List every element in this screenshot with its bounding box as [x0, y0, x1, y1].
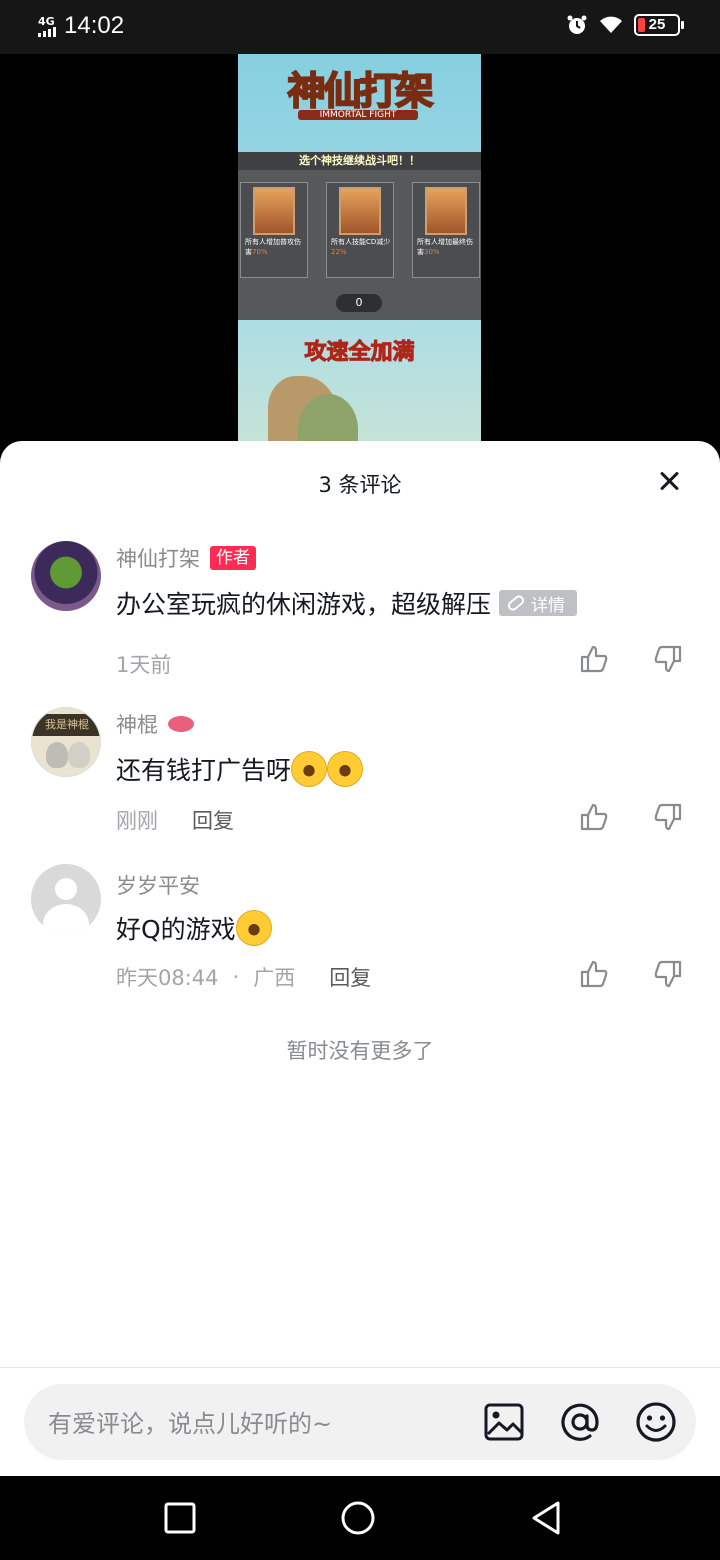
skill-card: 所有人增加普攻伤害70%	[240, 182, 308, 278]
signal-icon: 4G	[38, 16, 56, 37]
avatar[interactable]: 我是神棍	[31, 707, 101, 777]
comment-location: 广西	[253, 966, 296, 990]
comment-time: 昨天08:44	[116, 966, 219, 990]
video-player[interactable]: 神仙打架 IMMORTAL FIGHT 选个神技继续战斗吧！！ 所有人增加普攻伤…	[0, 54, 720, 454]
comment-username[interactable]: 岁岁平安	[116, 870, 200, 900]
alarm-icon	[567, 15, 587, 34]
skill-icon	[253, 187, 295, 235]
comments-sheet: 3 条评论 神仙打架 作者 办公室玩疯的休闲游戏，超级解压 详情 1天前 我是神…	[0, 441, 720, 1476]
skill-icon	[425, 187, 467, 235]
reply-button[interactable]: 回复	[192, 805, 234, 835]
comment-text: 还有钱打广告呀	[116, 756, 292, 785]
wifi-icon	[600, 16, 622, 33]
like-icon[interactable]	[578, 643, 610, 675]
meta-separator: ·	[232, 965, 240, 989]
avatar-text: 我是神棍	[32, 714, 100, 736]
battery-icon: 25	[634, 14, 684, 36]
no-more-comments-text: 暂时没有更多了	[286, 1039, 434, 1063]
game-ad-frame: 神仙打架 IMMORTAL FIGHT 选个神技继续战斗吧！！ 所有人增加普攻伤…	[238, 54, 481, 454]
divider	[0, 1367, 720, 1368]
emoji-icon[interactable]	[634, 1400, 678, 1444]
at-icon[interactable]	[558, 1400, 602, 1444]
comment-username[interactable]: 神仙打架	[116, 543, 200, 573]
recent-apps-icon[interactable]	[162, 1500, 198, 1536]
comment-time: 1天前	[116, 653, 172, 677]
kiss-emoji-icon	[168, 716, 194, 732]
home-icon[interactable]	[340, 1500, 376, 1536]
back-icon[interactable]	[528, 1500, 564, 1536]
clock: 14:02	[64, 12, 125, 39]
comment-text: 办公室玩疯的休闲游戏，超级解压	[116, 590, 492, 619]
laughing-emoji-icon	[291, 751, 328, 787]
image-icon[interactable]	[482, 1400, 526, 1444]
author-badge: 作者	[210, 546, 256, 570]
comment-input[interactable]: 有爱评论，说点儿好听的~	[24, 1384, 696, 1460]
refresh-counter: 0	[336, 294, 382, 312]
comments-count-title: 3 条评论	[318, 473, 402, 497]
skill-banner: 选个神技继续战斗吧！！	[238, 152, 481, 170]
dislike-icon[interactable]	[652, 958, 684, 990]
like-icon[interactable]	[578, 801, 610, 833]
skill-select-panel: 选个神技继续战斗吧！！ 所有人增加普攻伤害70% 所有人技能CD减少22% 所有…	[238, 152, 481, 320]
reply-button[interactable]: 回复	[329, 962, 371, 992]
link-icon	[505, 593, 527, 613]
system-nav-bar	[0, 1476, 720, 1560]
avatar[interactable]	[31, 541, 101, 611]
detail-label: 详情	[531, 595, 566, 616]
close-icon[interactable]	[652, 463, 688, 499]
laughing-emoji-icon	[327, 751, 364, 787]
comment-time: 刚刚	[116, 809, 158, 833]
dislike-icon[interactable]	[652, 801, 684, 833]
like-icon[interactable]	[578, 958, 610, 990]
skill-icon	[339, 187, 381, 235]
game-logo: 神仙打架	[286, 68, 434, 114]
comment-text: 好Q的游戏	[116, 915, 236, 944]
laughing-emoji-icon	[235, 910, 272, 946]
game-logo-subtitle: IMMORTAL FIGHT	[298, 110, 418, 120]
dislike-icon[interactable]	[652, 643, 684, 675]
comment-input-placeholder[interactable]: 有爱评论，说点儿好听的~	[48, 1404, 332, 1439]
network-type: 4G	[38, 14, 55, 28]
avatar[interactable]	[31, 864, 101, 934]
skill-card: 所有人增加最终伤害30%	[412, 182, 480, 278]
game-slogan: 攻速全加满	[304, 340, 415, 366]
detail-link-button[interactable]: 详情	[499, 590, 578, 616]
skill-card: 所有人技能CD减少22%	[326, 182, 394, 278]
comment-username[interactable]: 神棍	[116, 709, 158, 739]
battery-level: 25	[648, 16, 666, 33]
status-bar: 4G 14:02 25	[0, 0, 720, 54]
